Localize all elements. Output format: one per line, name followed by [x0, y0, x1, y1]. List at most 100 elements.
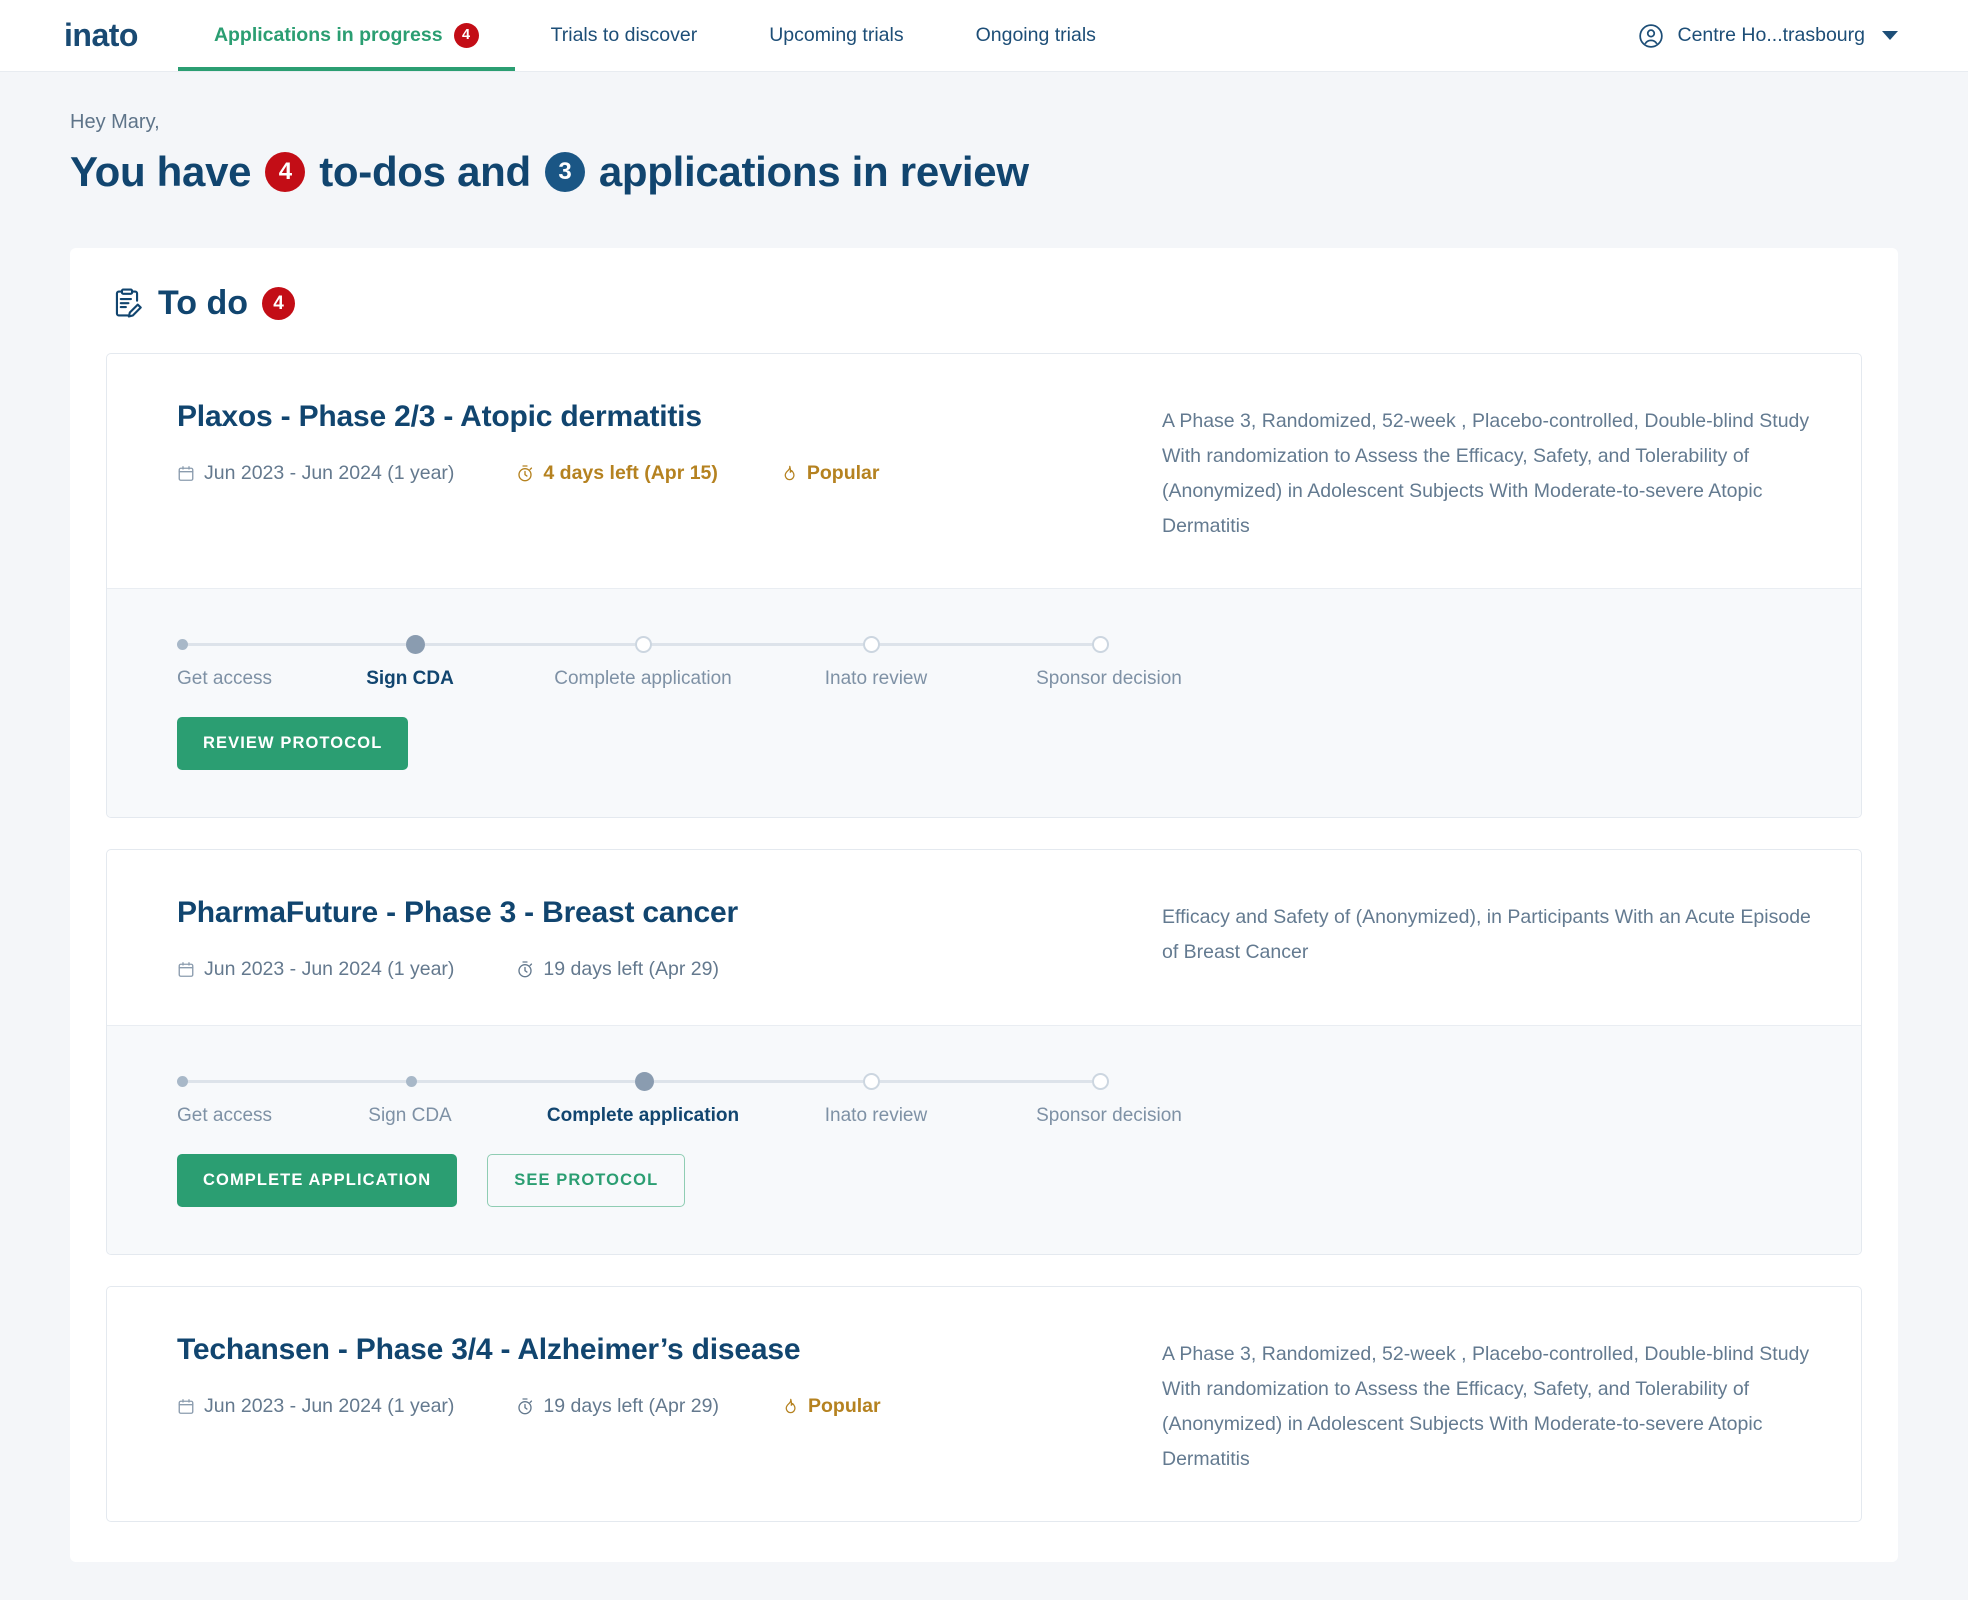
greeting-hey: Hey Mary,: [70, 111, 160, 133]
trial-card-progress: Get access Sign CDA Complete application In…: [107, 1025, 1861, 1254]
trial-meta-row: Jun 2023 - Jun 2024 (1 year) 19 days left…: [177, 1395, 1132, 1418]
trial-title[interactable]: PharmaFuture - Phase 3 - Breast cancer: [177, 896, 1132, 930]
calendar-icon: [177, 1397, 195, 1416]
nav-tab-trials-to-discover[interactable]: Trials to discover: [515, 0, 734, 71]
step-node-current[interactable]: [634, 1071, 654, 1091]
review-count-badge: 3: [544, 152, 585, 192]
step-node-pending[interactable]: [1092, 1072, 1109, 1090]
calendar-icon: [177, 960, 195, 979]
trial-card-header: PharmaFuture - Phase 3 - Breast cancer J…: [107, 850, 1861, 1025]
trial-title[interactable]: Plaxos - Phase 2/3 - Atopic dermatitis: [177, 400, 1132, 434]
nav-tab-ongoing-trials[interactable]: Ongoing trials: [940, 0, 1132, 71]
step-connector: [651, 642, 864, 646]
stepper-segment: [405, 634, 635, 654]
trial-deadline: 4 days left (Apr 15): [516, 462, 718, 485]
trial-deadline-label: 4 days left (Apr 15): [543, 462, 718, 484]
trial-dates-label: Jun 2023 - Jun 2024 (1 year): [204, 1395, 455, 1417]
brand-logo[interactable]: inato: [0, 0, 178, 71]
todo-count-badge: 4: [265, 152, 306, 192]
step-node-pending[interactable]: [634, 635, 652, 653]
todo-card-list: Plaxos - Phase 2/3 - Atopic dermatitis J…: [106, 353, 1862, 1522]
step-connector: [416, 1079, 635, 1083]
chevron-down-icon: [1882, 31, 1898, 40]
flame-icon: [780, 464, 798, 483]
trial-deadline: 19 days left (Apr 29): [516, 958, 719, 981]
trial-card-header: Plaxos - Phase 2/3 - Atopic dermatitis J…: [107, 354, 1861, 588]
stopwatch-icon: [516, 1397, 534, 1416]
user-circle-icon: [1638, 23, 1664, 49]
see-protocol-button[interactable]: SEE PROTOCOL: [487, 1154, 686, 1207]
step-label[interactable]: Sponsor decision: [1036, 668, 1182, 690]
step-connector: [653, 1079, 864, 1083]
step-node-pending[interactable]: [1092, 635, 1109, 653]
complete-application-button[interactable]: COMPLETE APPLICATION: [177, 1154, 458, 1207]
trial-card[interactable]: Plaxos - Phase 2/3 - Atopic dermatitis J…: [106, 353, 1862, 818]
step-label[interactable]: Sign CDA: [368, 1105, 451, 1127]
step-node-pending[interactable]: [863, 1072, 881, 1090]
trial-description: A Phase 3, Randomized, 52-week , Placebo…: [1162, 1343, 1810, 1470]
step-label[interactable]: Sign CDA: [366, 668, 454, 690]
trial-meta-row: Jun 2023 - Jun 2024 (1 year) 19 days left…: [177, 958, 1132, 981]
stepper-segment: [177, 1075, 406, 1087]
todo-section-count-badge: 4: [262, 287, 295, 320]
nav-tab-upcoming-trials[interactable]: Upcoming trials: [733, 0, 939, 71]
stepper-segment: [634, 1071, 864, 1091]
trial-dates-label: Jun 2023 - Jun 2024 (1 year): [204, 958, 455, 980]
trial-card[interactable]: PharmaFuture - Phase 3 - Breast cancer J…: [106, 849, 1862, 1255]
trial-title[interactable]: Techansen - Phase 3/4 - Alzheimer’s dise…: [177, 1333, 1132, 1367]
step-node-done[interactable]: [177, 1075, 188, 1087]
trial-description: Efficacy and Safety of (Anonymized), in …: [1162, 906, 1811, 963]
top-navigation-bar: inato Applications in progress 4 Trials to…: [0, 0, 1968, 72]
step-connector: [424, 642, 635, 646]
headline-part-2: to-dos and: [319, 148, 531, 195]
step-label[interactable]: Sponsor decision: [1036, 1105, 1182, 1127]
stepper-segment: [1092, 635, 1109, 653]
review-protocol-button[interactable]: REVIEW PROTOCOL: [177, 717, 409, 770]
stepper-segment: [863, 635, 1092, 653]
popular-badge: Popular: [780, 462, 879, 485]
nav-tab-label: Applications in progress: [213, 24, 443, 46]
stepper-segment: [177, 638, 406, 650]
stepper-segment: [405, 1075, 635, 1087]
stopwatch-icon: [516, 464, 534, 483]
flame-icon: [781, 1397, 799, 1416]
trial-dates-label: Jun 2023 - Jun 2024 (1 year): [204, 462, 455, 484]
account-menu[interactable]: Centre Ho...trasbourg: [1638, 0, 1968, 71]
trial-card-header: Techansen - Phase 3/4 - Alzheimer’s dise…: [107, 1287, 1861, 1521]
step-connector: [880, 642, 1092, 646]
nav-tab-applications-in-progress[interactable]: Applications in progress 4: [177, 0, 515, 71]
step-node-done[interactable]: [405, 1075, 417, 1087]
trial-deadline: 19 days left (Apr 29): [516, 1395, 719, 1418]
nav-tabs: Applications in progress 4 Trials to disco…: [177, 0, 1132, 71]
application-stepper: Get access Sign CDA Complete application In…: [177, 1070, 1182, 1126]
step-label[interactable]: Inato review: [825, 1105, 927, 1127]
clipboard-pencil-icon: [110, 287, 144, 321]
calendar-icon: [177, 464, 195, 483]
trial-card-summary: PharmaFuture - Phase 3 - Breast cancer J…: [177, 896, 1132, 981]
nav-tab-badge: 4: [453, 23, 479, 48]
step-label[interactable]: Complete application: [547, 1105, 739, 1127]
nav-tab-label: Ongoing trials: [975, 24, 1096, 46]
todo-panel: To do 4 Plaxos - Phase 2/3 - Atopic derm…: [70, 248, 1898, 1562]
step-label[interactable]: Get access: [177, 1105, 272, 1127]
step-node-pending[interactable]: [863, 635, 881, 653]
step-node-current[interactable]: [405, 634, 425, 654]
step-connector: [188, 1079, 406, 1083]
greeting-section: Hey Mary, You have 4 to-dos and 3 applic…: [0, 72, 1968, 196]
stopwatch-icon: [516, 960, 534, 979]
step-label[interactable]: Complete application: [554, 668, 731, 690]
step-node-done[interactable]: [177, 638, 188, 650]
stepper-segment: [1092, 1072, 1109, 1090]
stepper-segment: [863, 1072, 1092, 1090]
step-label[interactable]: Get access: [177, 668, 272, 690]
page-title: You have 4 to-dos and 3 applications in …: [70, 148, 1968, 196]
trial-deadline-label: 19 days left (Apr 29): [543, 1395, 719, 1417]
trial-meta-row: Jun 2023 - Jun 2024 (1 year) 4 days left …: [177, 462, 1132, 485]
account-label: Centre Ho...trasbourg: [1677, 24, 1865, 46]
trial-dates: Jun 2023 - Jun 2024 (1 year): [177, 1395, 454, 1418]
trial-card[interactable]: Techansen - Phase 3/4 - Alzheimer’s dise…: [106, 1286, 1862, 1522]
step-label[interactable]: Inato review: [825, 668, 927, 690]
nav-tab-label: Upcoming trials: [769, 24, 904, 46]
stepper-track: [177, 633, 1109, 655]
trial-dates: Jun 2023 - Jun 2024 (1 year): [177, 462, 454, 485]
